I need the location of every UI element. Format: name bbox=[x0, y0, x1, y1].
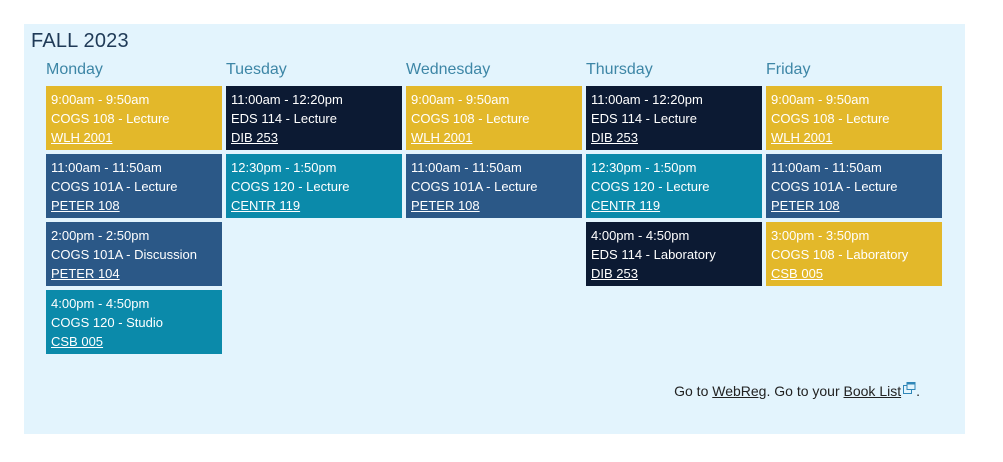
class-course: COGS 108 - Laboratory bbox=[771, 247, 909, 262]
class-time: 12:30pm - 1:50pm bbox=[231, 160, 337, 175]
class-time: 3:00pm - 3:50pm bbox=[771, 228, 870, 243]
class-location-link[interactable]: PETER 104 bbox=[51, 266, 120, 281]
class-time: 12:30pm - 1:50pm bbox=[591, 160, 697, 175]
day-column-friday: Friday 9:00am - 9:50am COGS 108 - Lecture W… bbox=[766, 60, 942, 290]
class-time: 11:00am - 12:20pm bbox=[231, 92, 343, 107]
class-location-link[interactable]: WLH 2001 bbox=[771, 130, 832, 145]
class-card: 11:00am - 11:50am COGS 101A - Lecture PETE… bbox=[46, 154, 222, 218]
day-header: Thursday bbox=[586, 61, 653, 78]
class-location-link[interactable]: CSB 005 bbox=[771, 266, 823, 281]
class-card: 9:00am - 9:50am COGS 108 - Lecture WLH 200… bbox=[46, 86, 222, 150]
class-course: COGS 108 - Lecture bbox=[51, 111, 170, 126]
class-location-link[interactable]: DIB 253 bbox=[231, 130, 278, 145]
class-location-link[interactable]: PETER 108 bbox=[411, 198, 480, 213]
day-header: Monday bbox=[46, 61, 103, 78]
class-location-link[interactable]: PETER 108 bbox=[51, 198, 120, 213]
external-link-icon[interactable] bbox=[903, 382, 916, 398]
class-card: 9:00am - 9:50am COGS 108 - Lecture WLH 200… bbox=[406, 86, 582, 150]
class-card: 4:00pm - 4:50pm COGS 120 - Studio CSB 005 bbox=[46, 290, 222, 354]
class-location-link[interactable]: CENTR 119 bbox=[231, 198, 300, 213]
class-location-link[interactable]: WLH 2001 bbox=[51, 130, 112, 145]
class-location-link[interactable]: PETER 108 bbox=[771, 198, 840, 213]
class-location-link[interactable]: WLH 2001 bbox=[411, 130, 472, 145]
day-header: Tuesday bbox=[226, 61, 287, 78]
schedule-panel: FALL 2023 Monday 9:00am - 9:50am COGS 108 … bbox=[24, 24, 965, 434]
class-time: 11:00am - 11:50am bbox=[771, 160, 882, 175]
class-time: 11:00am - 11:50am bbox=[411, 160, 522, 175]
footer-text-end: . bbox=[916, 383, 920, 399]
book-list-link[interactable]: Book List bbox=[844, 383, 902, 399]
class-time: 4:00pm - 4:50pm bbox=[51, 296, 150, 311]
class-time: 11:00am - 12:20pm bbox=[591, 92, 703, 107]
class-course: COGS 101A - Lecture bbox=[51, 179, 178, 194]
class-time: 4:00pm - 4:50pm bbox=[591, 228, 690, 243]
class-course: COGS 108 - Lecture bbox=[411, 111, 530, 126]
footer-links: Go to WebReg. Go to your Book List. bbox=[674, 382, 920, 399]
day-column-thursday: Thursday 11:00am - 12:20pm EDS 114 - Lectu… bbox=[586, 60, 762, 290]
class-card: 11:00am - 11:50am COGS 101A - Lecture PETE… bbox=[766, 154, 942, 218]
class-card: 11:00am - 11:50am COGS 101A - Lecture PETE… bbox=[406, 154, 582, 218]
class-location-link[interactable]: CSB 005 bbox=[51, 334, 103, 349]
class-card: 9:00am - 9:50am COGS 108 - Lecture WLH 200… bbox=[766, 86, 942, 150]
class-course: COGS 120 - Lecture bbox=[591, 179, 710, 194]
day-header: Wednesday bbox=[406, 61, 491, 78]
class-card: 12:30pm - 1:50pm COGS 120 - Lecture CENTR … bbox=[586, 154, 762, 218]
class-course: EDS 114 - Lecture bbox=[231, 111, 337, 126]
day-column-tuesday: Tuesday 11:00am - 12:20pm EDS 114 - Lectur… bbox=[226, 60, 402, 222]
class-card: 3:00pm - 3:50pm COGS 108 - Laboratory CSB … bbox=[766, 222, 942, 286]
class-location-link[interactable]: DIB 253 bbox=[591, 266, 638, 281]
class-course: COGS 120 - Studio bbox=[51, 315, 163, 330]
webreg-link[interactable]: WebReg bbox=[712, 383, 766, 399]
class-course: EDS 114 - Laboratory bbox=[591, 247, 716, 262]
footer-text-goto: Go to bbox=[674, 383, 713, 399]
class-card: 11:00am - 12:20pm EDS 114 - Lecture DIB 25… bbox=[586, 86, 762, 150]
class-time: 9:00am - 9:50am bbox=[771, 92, 870, 107]
class-time: 2:00pm - 2:50pm bbox=[51, 228, 150, 243]
class-course: COGS 101A - Discussion bbox=[51, 247, 197, 262]
class-card: 4:00pm - 4:50pm EDS 114 - Laboratory DIB 2… bbox=[586, 222, 762, 286]
class-course: COGS 120 - Lecture bbox=[231, 179, 350, 194]
class-card: 2:00pm - 2:50pm COGS 101A - Discussion PET… bbox=[46, 222, 222, 286]
class-course: COGS 101A - Lecture bbox=[771, 179, 898, 194]
day-header: Friday bbox=[766, 61, 811, 78]
day-column-wednesday: Wednesday 9:00am - 9:50am COGS 108 - Lectu… bbox=[406, 60, 582, 222]
class-time: 9:00am - 9:50am bbox=[51, 92, 150, 107]
term-title: FALL 2023 bbox=[31, 30, 129, 52]
class-location-link[interactable]: DIB 253 bbox=[591, 130, 638, 145]
day-column-monday: Monday 9:00am - 9:50am COGS 108 - Lecture W… bbox=[46, 60, 222, 358]
class-card: 12:30pm - 1:50pm COGS 120 - Lecture CENTR … bbox=[226, 154, 402, 218]
footer-text-mid: . Go to your bbox=[766, 383, 844, 399]
class-course: COGS 108 - Lecture bbox=[771, 111, 890, 126]
class-location-link[interactable]: CENTR 119 bbox=[591, 198, 660, 213]
class-card: 11:00am - 12:20pm EDS 114 - Lecture DIB 25… bbox=[226, 86, 402, 150]
class-course: COGS 101A - Lecture bbox=[411, 179, 538, 194]
class-time: 9:00am - 9:50am bbox=[411, 92, 510, 107]
class-course: EDS 114 - Lecture bbox=[591, 111, 697, 126]
class-time: 11:00am - 11:50am bbox=[51, 160, 162, 175]
